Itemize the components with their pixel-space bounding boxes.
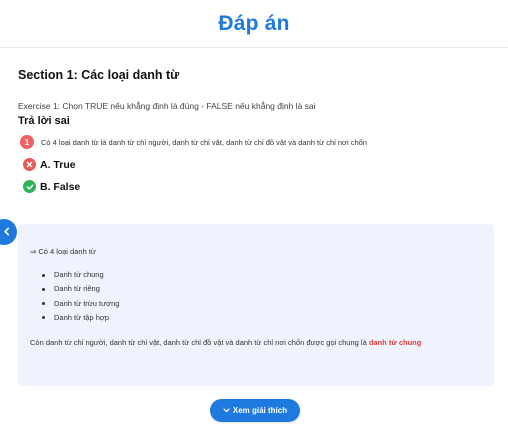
list-item: Danh từ tập hợp (40, 311, 119, 325)
chevron-down-icon (223, 408, 230, 413)
question-number-badge: 1 (20, 135, 34, 149)
explanation-conclusion: Còn danh từ chỉ người, danh từ chỉ vật, … (30, 336, 486, 350)
conclusion-text: Còn danh từ chỉ người, danh từ chỉ vật, … (30, 338, 369, 347)
check-circle-icon (23, 180, 36, 193)
chevron-left-icon (3, 223, 10, 241)
x-circle-icon (23, 158, 36, 171)
explanation-summary: ⇒ Có 4 loại danh từ (30, 247, 96, 256)
list-item: Danh từ chung (40, 268, 119, 282)
noun-types-list: Danh từ chung Danh từ riêng Danh từ trừu… (40, 268, 119, 325)
page-title: Đáp án (218, 11, 290, 35)
option-a: A. True (23, 158, 76, 171)
conclusion-highlight: danh từ chung (368, 338, 422, 347)
question-text: Có 4 loại danh từ là danh từ chỉ người, … (41, 137, 367, 147)
section-title: Section 1: Các loại danh từ (18, 68, 180, 82)
view-explanation-label: Xem giải thích (232, 406, 288, 415)
answer-page: Đáp án Section 1: Các loại danh từ Exerc… (0, 0, 508, 436)
option-b-label: B. False (40, 180, 81, 193)
page-header: Đáp án (0, 0, 508, 48)
answer-result-heading: Trả lời sai (18, 115, 70, 127)
question-row: 1 Có 4 loại danh từ là danh từ chỉ người… (20, 135, 367, 149)
option-b: B. False (23, 180, 80, 193)
exercise-instruction: Exercise 1: Chọn TRUE nếu khẳng định là … (18, 101, 316, 111)
list-item: Danh từ trừu tượng (40, 297, 119, 311)
explanation-box: ⇒ Có 4 loại danh từ Danh từ chung Danh t… (18, 224, 494, 386)
side-panel-toggle[interactable] (0, 219, 17, 245)
list-item: Danh từ riêng (40, 282, 119, 296)
view-explanation-button[interactable]: Xem giải thích (210, 399, 300, 422)
option-a-label: A. True (40, 158, 76, 171)
